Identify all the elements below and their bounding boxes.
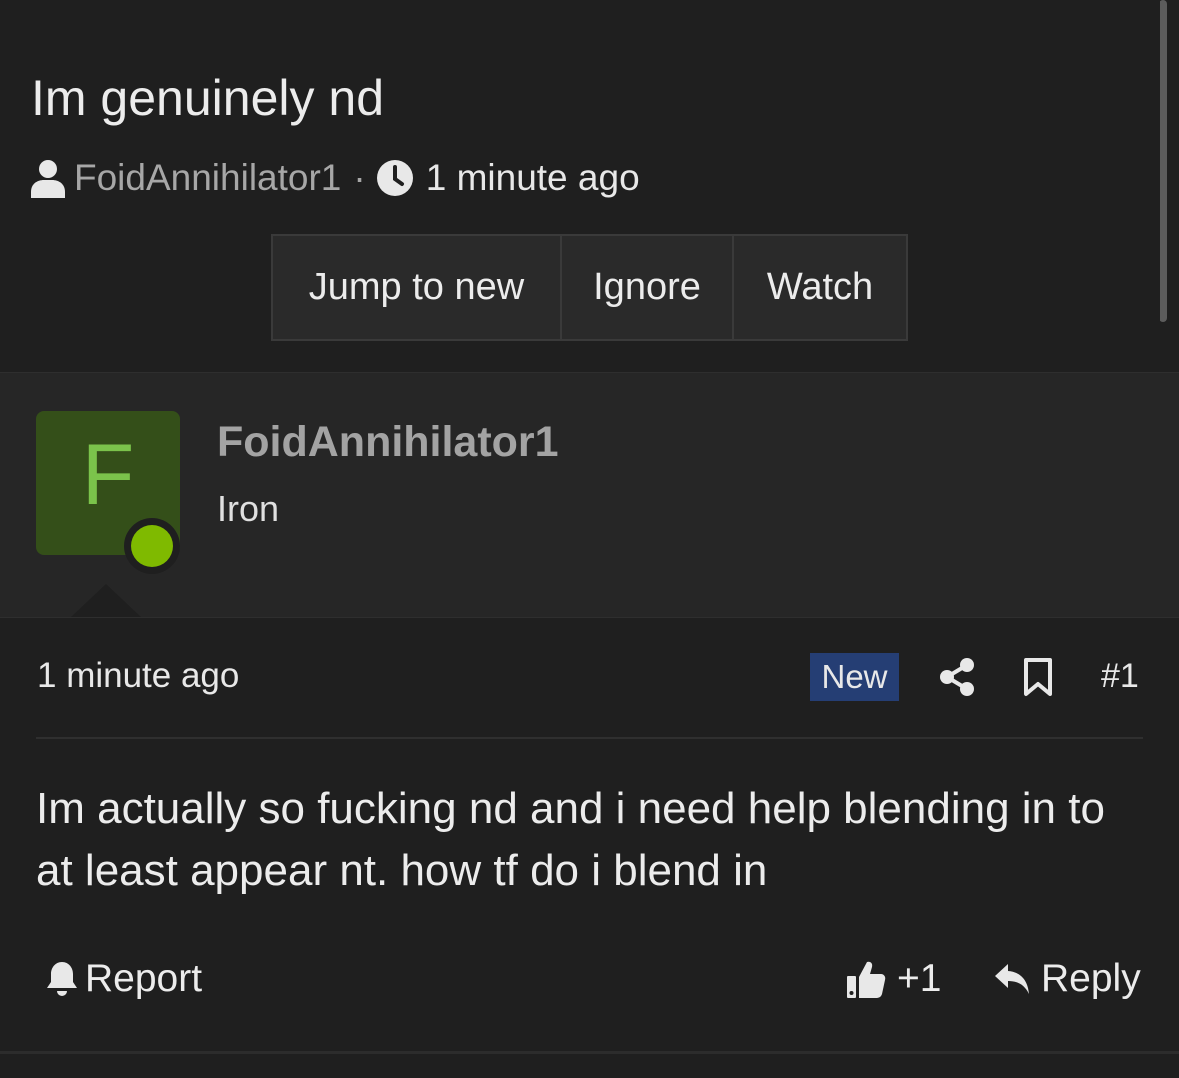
- thumbs-up-icon: [847, 961, 886, 998]
- like-count: +1: [897, 957, 942, 1000]
- ignore-button[interactable]: Ignore: [562, 236, 734, 339]
- reply-icon: [995, 964, 1029, 994]
- user-block-arrow: [70, 584, 142, 618]
- new-badge: New: [810, 653, 899, 701]
- thread-time: 1 minute ago: [425, 157, 640, 198]
- post-time[interactable]: 1 minute ago: [37, 656, 239, 696]
- reply-button[interactable]: Reply: [993, 955, 1141, 1003]
- thread-page: Im genuinely nd FoidAnnihilator1 · 1 min…: [0, 0, 1179, 1078]
- clock-icon: [376, 159, 414, 197]
- thread-meta: FoidAnnihilator1 · 1 minute ago: [30, 155, 640, 201]
- watch-button[interactable]: Watch: [734, 236, 906, 339]
- report-button[interactable]: Report: [45, 955, 202, 1003]
- post-user-name[interactable]: FoidAnnihilator1: [217, 418, 559, 467]
- post-bottom-border: [0, 1051, 1179, 1054]
- user-icon: [30, 158, 66, 198]
- post-user-block: F: [0, 372, 1179, 617]
- meta-separator: ·: [353, 157, 366, 198]
- thread-header: Im genuinely nd FoidAnnihilator1 · 1 min…: [0, 0, 1160, 372]
- reply-label: Reply: [1041, 957, 1141, 1000]
- avatar-letter: F: [81, 427, 135, 523]
- bookmark-icon[interactable]: [1022, 657, 1054, 702]
- post-content: Im actually so fucking nd and i need hel…: [36, 784, 1105, 895]
- post-divider: [36, 737, 1143, 739]
- post-number[interactable]: #1: [1101, 657, 1139, 696]
- scrollbar[interactable]: [1159, 0, 1167, 322]
- thread-title: Im genuinely nd: [31, 70, 385, 126]
- share-icon[interactable]: [938, 657, 976, 702]
- bell-icon: [47, 962, 77, 996]
- report-label: Report: [85, 957, 203, 1000]
- thread-author[interactable]: FoidAnnihilator1: [74, 157, 341, 199]
- thread-actions: Jump to new Ignore Watch: [271, 234, 908, 341]
- like-button[interactable]: +1: [845, 955, 941, 1003]
- jump-to-new-button[interactable]: Jump to new: [273, 236, 562, 339]
- online-status-dot: [124, 518, 180, 574]
- user-title: Iron: [217, 488, 280, 529]
